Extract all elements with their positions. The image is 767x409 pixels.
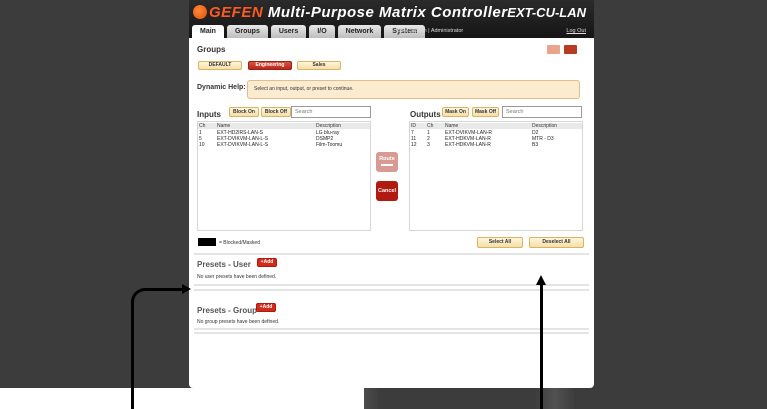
logout-link[interactable]: Log Out bbox=[566, 28, 586, 34]
route-button[interactable]: Route bbox=[376, 152, 398, 172]
callout-arrowhead-up bbox=[536, 275, 546, 285]
cancel-button[interactable]: Cancel bbox=[376, 181, 398, 201]
product-name: Multi-Purpose Matrix Controller bbox=[267, 4, 508, 21]
inputs-col-ch: Ch bbox=[199, 123, 206, 129]
callout-line-right-vertical bbox=[540, 284, 543, 409]
deselect-all-button[interactable]: Deselect All bbox=[529, 237, 584, 248]
list-view-icon[interactable] bbox=[547, 45, 560, 54]
block-on-button[interactable]: Block On bbox=[229, 107, 259, 117]
inputs-title: Inputs bbox=[197, 110, 221, 119]
cancel-button-label: Cancel bbox=[377, 188, 397, 194]
output-row-3-id[interactable]: 12 bbox=[411, 142, 417, 148]
presets-group-add-button[interactable]: +Add bbox=[256, 303, 276, 312]
user-info: User: admin | Administrator bbox=[397, 28, 464, 34]
presets-group-divider-2 bbox=[194, 332, 589, 334]
route-arrow-icon bbox=[381, 164, 393, 166]
model-name: EXT-CU-LAN bbox=[507, 5, 586, 20]
output-row-3-name[interactable]: EXT-HDKVM-LAN-R bbox=[445, 142, 491, 148]
tab-io[interactable]: I/O bbox=[309, 25, 335, 38]
blocked-legend-swatch bbox=[198, 238, 216, 246]
brand-name: GEFEN bbox=[209, 4, 264, 21]
tab-users[interactable]: Users bbox=[270, 25, 307, 38]
groups-title: Groups bbox=[197, 45, 226, 54]
mask-on-button[interactable]: Mask On bbox=[442, 107, 469, 117]
presets-user-add-button[interactable]: +Add bbox=[257, 258, 277, 267]
dynamic-help-text: Select an input, output, or preset to co… bbox=[254, 86, 354, 92]
outputs-col-name: Name bbox=[445, 123, 459, 129]
grid-view-icon[interactable] bbox=[564, 45, 577, 54]
presets-user-divider bbox=[194, 284, 589, 286]
mask-off-button[interactable]: Mask Off bbox=[472, 107, 499, 117]
outputs-col-id: ID bbox=[411, 123, 416, 129]
presets-user-empty: No user presets have been defined. bbox=[197, 274, 277, 280]
tab-main[interactable]: Main bbox=[192, 25, 224, 38]
presets-group-title: Presets - Group bbox=[197, 306, 258, 315]
outputs-col-description: Description bbox=[532, 123, 558, 129]
inputs-col-description: Description bbox=[316, 123, 342, 129]
output-row-3-desc[interactable]: B3 bbox=[532, 142, 538, 148]
callout-line-left-horizontal bbox=[144, 288, 182, 291]
group-sales-button[interactable]: Sales bbox=[297, 61, 341, 70]
dynamic-help-box: Select an input, output, or preset to co… bbox=[247, 80, 580, 99]
tab-groups[interactable]: Groups bbox=[226, 25, 268, 38]
gefen-logo-icon bbox=[193, 5, 207, 19]
section-divider bbox=[194, 253, 589, 255]
app-window: GEFEN Multi-Purpose Matrix Controller EX… bbox=[189, 0, 594, 388]
zoom-inset-card bbox=[0, 388, 364, 409]
group-default-button[interactable]: DEFAULT bbox=[198, 61, 242, 70]
dynamic-help-label: Dynamic Help: bbox=[197, 84, 246, 91]
presets-group-divider bbox=[194, 328, 589, 330]
output-row-3-ch[interactable]: 3 bbox=[427, 142, 430, 148]
outputs-list[interactable] bbox=[409, 121, 583, 231]
input-row-3-ch[interactable]: 10 bbox=[199, 142, 205, 148]
blocked-legend-text: = Blocked/Masked bbox=[219, 240, 260, 246]
tab-network[interactable]: Network bbox=[337, 25, 382, 38]
input-row-3-desc[interactable]: Film-Toomu bbox=[316, 142, 342, 148]
app-title: GEFEN Multi-Purpose Matrix Controller bbox=[209, 4, 508, 21]
outputs-search-input[interactable]: Search bbox=[502, 106, 582, 118]
block-off-button[interactable]: Block Off bbox=[261, 107, 291, 117]
presets-user-divider-2 bbox=[194, 289, 589, 291]
outputs-col-ch: Ch bbox=[427, 123, 434, 129]
group-engineering-button[interactable]: Engineering bbox=[248, 61, 292, 70]
presets-user-title: Presets - User bbox=[197, 260, 251, 269]
route-button-label: Route bbox=[379, 156, 395, 162]
inputs-search-input[interactable]: Search bbox=[291, 106, 371, 118]
callout-line-left-vertical bbox=[131, 300, 134, 409]
presets-group-empty: No group presets have been defined. bbox=[197, 319, 280, 325]
inputs-col-name: Name bbox=[217, 123, 231, 129]
select-all-button[interactable]: Select All bbox=[477, 237, 523, 248]
outputs-title: Outputs bbox=[410, 110, 441, 119]
input-row-3-name[interactable]: EXT-DVIKVM-LAN-L-S bbox=[217, 142, 268, 148]
header-bar: GEFEN Multi-Purpose Matrix Controller EX… bbox=[189, 0, 594, 38]
main-tabs: Main Groups Users I/O Network System bbox=[192, 25, 426, 38]
callout-line-left-corner bbox=[131, 288, 145, 302]
callout-arrowhead-right bbox=[182, 284, 191, 294]
